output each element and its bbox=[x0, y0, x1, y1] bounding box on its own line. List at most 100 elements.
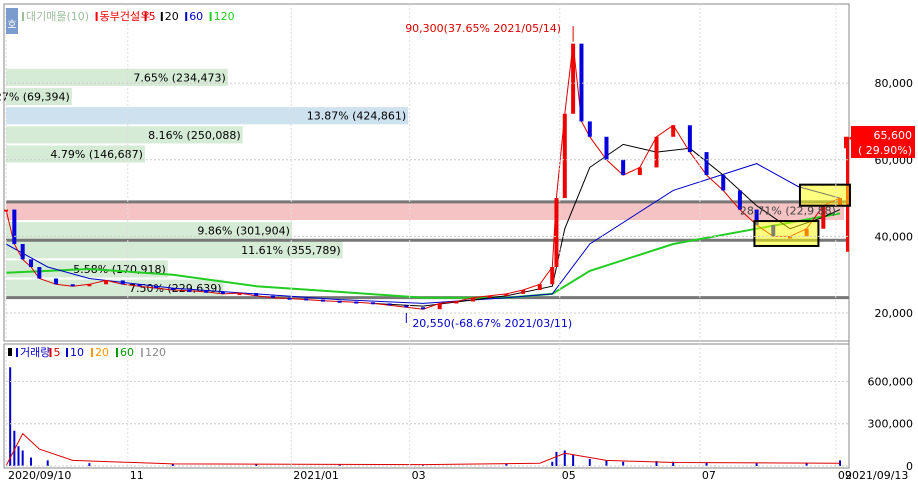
price-candle bbox=[187, 290, 192, 293]
high-annotation: 90,300(37.65% 2021/05/14) bbox=[405, 22, 561, 35]
price-candle bbox=[554, 198, 559, 268]
price-legend-label: 대기매물(10) bbox=[26, 10, 89, 23]
current-price-badge: 65,600 ( 29.90%) bbox=[851, 126, 915, 158]
volume-bar bbox=[551, 461, 554, 466]
price-candle bbox=[337, 300, 342, 303]
price-legend-swatch bbox=[144, 12, 147, 21]
volume-legend-swatch bbox=[66, 348, 68, 357]
volume-bar bbox=[622, 461, 625, 466]
price-candle bbox=[521, 290, 526, 294]
legend-toggle-label: 호 bbox=[7, 19, 16, 31]
price-candle bbox=[621, 159, 626, 176]
volume-bar bbox=[17, 446, 20, 466]
volume-y-tick-label: 600,000 bbox=[868, 375, 914, 388]
price-legend-swatch bbox=[185, 12, 188, 21]
volume-bar bbox=[555, 451, 558, 466]
x-tick-label: 2020/09/10 bbox=[8, 469, 71, 482]
price-legend-swatch bbox=[209, 12, 212, 21]
volume-legend-label: 10 bbox=[70, 346, 84, 359]
price-candle bbox=[537, 284, 542, 291]
volume-legend-swatch bbox=[141, 348, 143, 357]
volume-legend-label: 5 bbox=[54, 346, 61, 359]
price-legend-items[interactable]: 대기매물(10) 동부건설우5 20 60 120 bbox=[22, 10, 235, 23]
price-candle bbox=[204, 290, 209, 293]
chart-svg[interactable]: 7.65% (234,473) 2.27% (69,394) 13.87% (424… bbox=[0, 0, 918, 482]
price-candle bbox=[137, 284, 142, 287]
volume-legend-label: 거래량 bbox=[20, 346, 50, 359]
price-candle bbox=[579, 43, 584, 122]
volume-bar bbox=[605, 460, 608, 466]
price-candle bbox=[504, 293, 509, 296]
price-candle bbox=[12, 209, 17, 245]
price-candle bbox=[29, 259, 34, 268]
price-candle bbox=[704, 152, 709, 176]
price-legend-label: 동부건설우 bbox=[100, 10, 151, 23]
price-candle bbox=[604, 136, 609, 160]
current-price-value: 65,600 bbox=[874, 129, 913, 142]
x-tick-label: 07 bbox=[702, 469, 716, 482]
price-candle bbox=[370, 302, 375, 305]
volume-panel-frame bbox=[3, 343, 850, 469]
price-candle bbox=[587, 121, 592, 137]
x-tick-label: 03 bbox=[412, 469, 426, 482]
price-legend-label: 5 bbox=[149, 10, 156, 23]
volume-bar bbox=[572, 454, 575, 466]
price-candle bbox=[671, 125, 676, 137]
price-candle bbox=[20, 244, 25, 260]
volume-y-tick-label: 300,000 bbox=[868, 418, 914, 431]
price-candle bbox=[104, 280, 109, 285]
volume-bar bbox=[588, 458, 591, 466]
price-legend-swatch bbox=[22, 12, 24, 21]
price-candle bbox=[571, 43, 576, 114]
price-candle bbox=[54, 278, 59, 285]
price-candle bbox=[120, 280, 125, 285]
price-legend-label: 60 bbox=[189, 10, 203, 23]
current-profile-annotation: 28.71% (22,9 88) bbox=[740, 204, 836, 217]
volume-profile-label: 4.79% (146,687) bbox=[50, 148, 143, 161]
price-candle bbox=[354, 301, 359, 304]
volume-ma5-line bbox=[5, 432, 841, 467]
volume-legend-label: 20 bbox=[95, 346, 109, 359]
price-candle bbox=[654, 136, 659, 168]
price-legend-swatch bbox=[160, 12, 163, 21]
x-tick-label: 2021/09/13 bbox=[845, 469, 908, 482]
x-tick-label: 11 bbox=[130, 469, 144, 482]
volume-legend-swatch bbox=[116, 348, 118, 357]
price-y-tick-label: 20,000 bbox=[875, 307, 914, 320]
price-candle bbox=[87, 284, 92, 287]
volume-legend-swatch bbox=[49, 348, 52, 357]
price-candle bbox=[387, 303, 392, 306]
volume-profile-layer: 7.65% (234,473) 2.27% (69,394) 13.87% (424… bbox=[0, 68, 844, 297]
volume-profile-bar bbox=[6, 202, 844, 221]
price-y-tick-label: 40,000 bbox=[875, 230, 914, 243]
price-y-tick-label: 80,000 bbox=[875, 77, 914, 90]
price-candle bbox=[454, 301, 459, 304]
x-tick-label: 05 bbox=[562, 469, 576, 482]
price-candle bbox=[421, 307, 425, 310]
price-candle bbox=[637, 167, 642, 176]
price-candle bbox=[687, 125, 692, 153]
price-candle bbox=[320, 299, 325, 302]
volume-legend-items[interactable]: 거래량 5 10 20 60 120 bbox=[16, 346, 166, 359]
volume-bar bbox=[46, 460, 49, 466]
price-candle bbox=[562, 113, 567, 199]
price-candle bbox=[304, 298, 309, 301]
volume-legend-marker bbox=[8, 348, 12, 356]
price-candle bbox=[487, 295, 492, 298]
volume-profile-label: 13.87% (424,861) bbox=[307, 110, 407, 123]
price-candle bbox=[721, 175, 726, 191]
stock-chart[interactable]: 7.65% (234,473) 2.27% (69,394) 13.87% (424… bbox=[0, 0, 918, 482]
volume-legend: 거래량 5 10 20 60 120 bbox=[8, 346, 166, 359]
highlight-box-lower bbox=[753, 220, 820, 247]
price-candle bbox=[471, 297, 476, 302]
annotation-layer: 90,300(37.65% 2021/05/14) 20,550(-68.67% … bbox=[405, 22, 855, 330]
price-candle bbox=[437, 303, 442, 310]
price-candle bbox=[220, 291, 225, 294]
volume-legend-label: 60 bbox=[120, 346, 134, 359]
current-price-change: ( 29.90%) bbox=[858, 144, 912, 157]
price-candle bbox=[237, 293, 242, 296]
price-candle bbox=[404, 305, 409, 308]
x-tick-label: 2021/01 bbox=[293, 469, 339, 482]
price-candle bbox=[550, 267, 555, 285]
price-candle bbox=[154, 286, 159, 289]
